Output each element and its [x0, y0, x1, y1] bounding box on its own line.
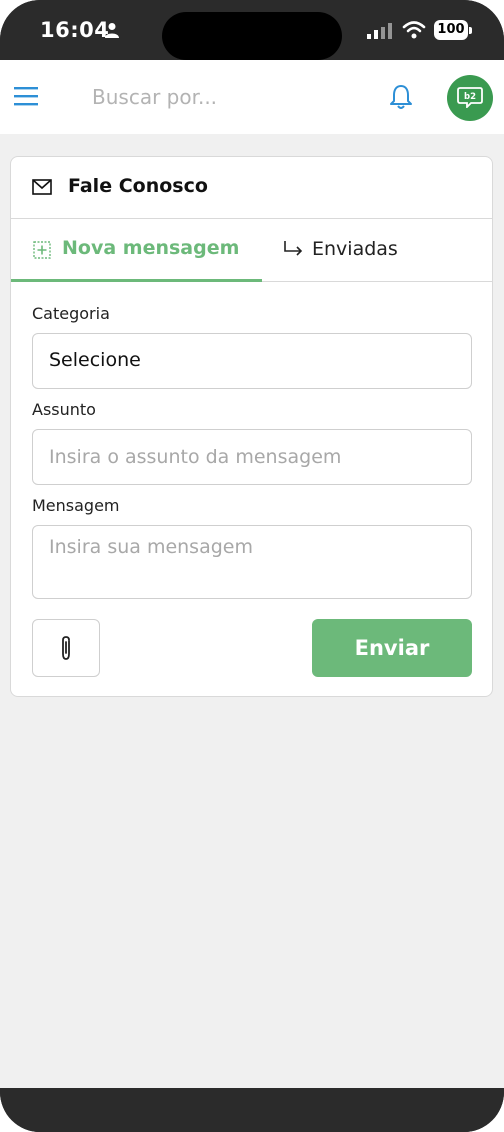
- message-input[interactable]: [32, 525, 472, 599]
- bell-icon[interactable]: [388, 83, 414, 111]
- menu-icon[interactable]: [14, 85, 38, 107]
- battery-tip: [469, 27, 472, 34]
- contact-card: Fale Conosco Nova mensagem Enviadas Cate…: [10, 156, 493, 697]
- battery-level: 100: [434, 20, 468, 40]
- tab-bar: Nova mensagem Enviadas: [11, 219, 492, 282]
- signal-icon: [367, 23, 392, 39]
- category-select[interactable]: Selecione: [32, 333, 472, 389]
- status-bar: 16:04 100: [0, 0, 504, 60]
- subject-input[interactable]: [32, 429, 472, 485]
- status-time: 16:04: [40, 18, 110, 42]
- avatar[interactable]: b2: [447, 75, 493, 121]
- tab-new-message-label: Nova mensagem: [62, 237, 240, 259]
- tab-sent[interactable]: Enviadas: [262, 219, 492, 282]
- tab-new-message[interactable]: Nova mensagem: [11, 219, 262, 282]
- plus-box-icon: [33, 241, 51, 259]
- search-input[interactable]: [80, 78, 360, 116]
- paperclip-icon: [62, 636, 70, 660]
- avatar-logo-icon: b2: [457, 87, 483, 108]
- person-icon: [105, 23, 119, 38]
- card-title: Fale Conosco: [68, 175, 208, 197]
- card-header: Fale Conosco: [11, 157, 492, 219]
- send-button[interactable]: Enviar: [312, 619, 472, 677]
- category-label: Categoria: [32, 304, 110, 323]
- wifi-icon: [402, 21, 426, 39]
- dynamic-island: [162, 12, 342, 60]
- tab-sent-label: Enviadas: [312, 238, 398, 260]
- app-screen: b2 Fale Conosco Nova mensagem: [0, 60, 504, 1088]
- reply-arrow-icon: [284, 241, 303, 256]
- home-bar: [0, 1088, 504, 1132]
- avatar-text: b2: [464, 92, 476, 102]
- attach-button[interactable]: [32, 619, 100, 677]
- subject-label: Assunto: [32, 400, 96, 419]
- battery-icon: 100: [434, 20, 472, 40]
- mail-icon: [32, 179, 52, 195]
- message-label: Mensagem: [32, 496, 120, 515]
- top-bar: b2: [0, 60, 504, 134]
- phone-frame: 16:04 100 Buscar por... b2 Fale Conosco …: [0, 0, 504, 1132]
